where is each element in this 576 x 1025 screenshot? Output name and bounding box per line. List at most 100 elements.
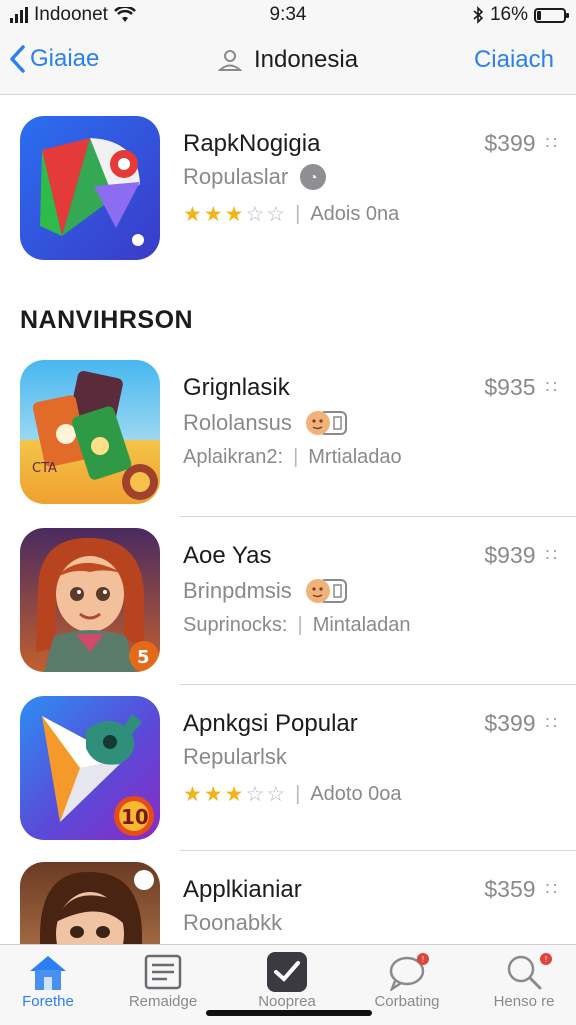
star-filled-icon: ★ [224,783,244,806]
tab-label: Nooprea [258,993,316,1010]
price-label: $935 [484,374,536,400]
app-subtitle-text: Rololansus [183,410,292,435]
notification-badge: ! [540,953,552,965]
app-subtitle: Brinpdmsis [183,576,350,606]
star-empty-icon: ☆ [266,203,286,226]
meta-divider: | [295,203,301,225]
app-row[interactable]: 10 Apnkgsi Popular Repularlsk ★ ★ ★ ☆ ☆ | Ad… [0,684,576,850]
price-label: $939 [484,542,536,568]
bluetooth-icon [473,6,484,24]
app-meta-right: Mrtialadao [308,446,402,468]
price-label: $359 [484,876,536,902]
price-button[interactable]: $935 ∷ [484,374,558,401]
app-row-featured[interactable]: RapkNogigia Ropulaslar ◔ ★ ★ ★ ☆ ☆ | Adois 0… [0,104,576,270]
svg-text:10: 10 [121,805,149,829]
section-title: NANVIHRSON [20,306,194,334]
price-button[interactable]: $939 ∷ [484,542,558,569]
status-bar: Indoonet 9:34 16% [0,0,576,30]
star-half-icon: ☆ [245,203,265,226]
more-dots-icon: ∷ [545,713,558,733]
price-button[interactable]: $359 ∷ [484,876,558,903]
app-icon-cards-game: CTA [20,360,160,504]
battery-icon [534,7,569,23]
app-subtitle-text: Ropulaslar [183,164,289,189]
tab-label: Forethe [22,993,74,1010]
app-name: Applkianiar [183,876,302,903]
chat-sticker-icon [304,408,350,438]
app-name: Aoe Yas [183,542,272,569]
star-empty-icon: ☆ [266,783,286,806]
app-subtitle: Ropulaslar ◔ [183,164,327,190]
tab-label: Corbating [374,993,440,1010]
meta-divider: | [295,783,301,805]
tab-apps[interactable]: Nooprea [237,951,337,1010]
home-indicator[interactable] [206,1010,372,1016]
star-filled-icon: ★ [183,783,202,806]
app-meta-left: Suprinocks: [183,614,288,636]
app-icon-character-game: 5 [20,528,160,672]
app-icon-maps [20,116,160,260]
app-row[interactable]: 5 Aoe Yas Brinpdmsis Suprinocks: | Minta… [0,516,576,682]
app-name: Grignlasik [183,374,290,401]
app-meta-left: Aplaikran2: [183,446,284,468]
app-subtitle-text: Repularlsk [183,744,287,769]
star-filled-icon: ★ [224,203,244,226]
tab-news[interactable]: Remaidge [113,951,213,1010]
app-subtitle: Repularlsk [183,744,287,770]
star-filled-icon: ★ [203,203,223,226]
nav-action-button[interactable]: Ciaiach [474,46,554,74]
chat-sticker-icon [304,576,350,606]
app-name: Apnkgsi Popular [183,710,358,737]
price-button[interactable]: $399 ∷ [484,710,558,737]
tab-home[interactable]: Forethe [0,951,98,1010]
price-button[interactable]: $399 ∷ [484,130,558,157]
tab-chat[interactable]: ! Corbating [357,951,457,1010]
more-dots-icon: ∷ [545,879,558,899]
app-row[interactable]: CTA Grignlasik Rololansus Aplaikran2: | … [0,348,576,514]
app-meta: ★ ★ ★ ☆ ☆ | Adoto 0oa [183,782,402,807]
app-icon-portrait [20,862,160,944]
svg-text:CTA: CTA [32,461,57,476]
app-subtitle-text: Brinpdmsis [183,578,292,603]
news-icon [113,951,213,993]
star-filled-icon: ★ [183,203,202,226]
app-meta-right: Mintaladan [312,614,411,636]
info-icon: ◔ [300,164,327,190]
tab-label: Henso re [493,993,555,1010]
meta-divider: | [297,614,303,636]
chat-bubble-icon: ! [357,951,457,993]
status-right: 16% [472,4,569,26]
navigation-bar: Giaiae Indonesia Ciaiach [0,30,576,95]
notification-badge: ! [417,953,429,965]
more-dots-icon: ∷ [545,545,558,565]
tab-search[interactable]: ! Henso re [474,951,574,1010]
star-empty-icon: ☆ [245,783,265,806]
star-rating: ★ ★ ★ ☆ ☆ [183,782,285,807]
more-dots-icon: ∷ [545,377,558,397]
app-subtitle: Roonabkk [183,910,282,936]
app-meta: Aplaikran2: | Mrtialadao [183,446,402,469]
price-label: $399 [484,130,536,156]
app-meta: Suprinocks: | Mintaladan [183,614,411,637]
battery-fill [537,10,542,20]
battery-percent: 16% [489,4,528,25]
search-icon: ! [474,951,574,993]
meta-divider: | [293,446,299,468]
star-filled-icon: ★ [203,783,223,806]
check-app-icon [237,951,337,993]
person-icon [217,50,242,71]
tab-label: Remaidge [128,993,198,1010]
app-row[interactable]: Applkianiar Roonabkk $359 ∷ [0,850,576,944]
page-title-text: Indonesia [253,46,359,73]
more-dots-icon: ∷ [545,133,558,153]
svg-text:5: 5 [137,647,150,668]
app-subtitle: Rololansus [183,408,350,438]
house-icon [0,951,98,993]
app-icon-play: 10 [20,696,160,840]
app-subtitle-text: Roonabkk [183,910,283,935]
app-name: RapkNogigia [183,130,321,157]
app-meta-text: Adois 0na [310,203,400,225]
app-meta: ★ ★ ★ ☆ ☆ | Adois 0na [183,202,399,227]
star-rating: ★ ★ ★ ☆ ☆ [183,202,285,227]
price-label: $399 [484,710,536,736]
